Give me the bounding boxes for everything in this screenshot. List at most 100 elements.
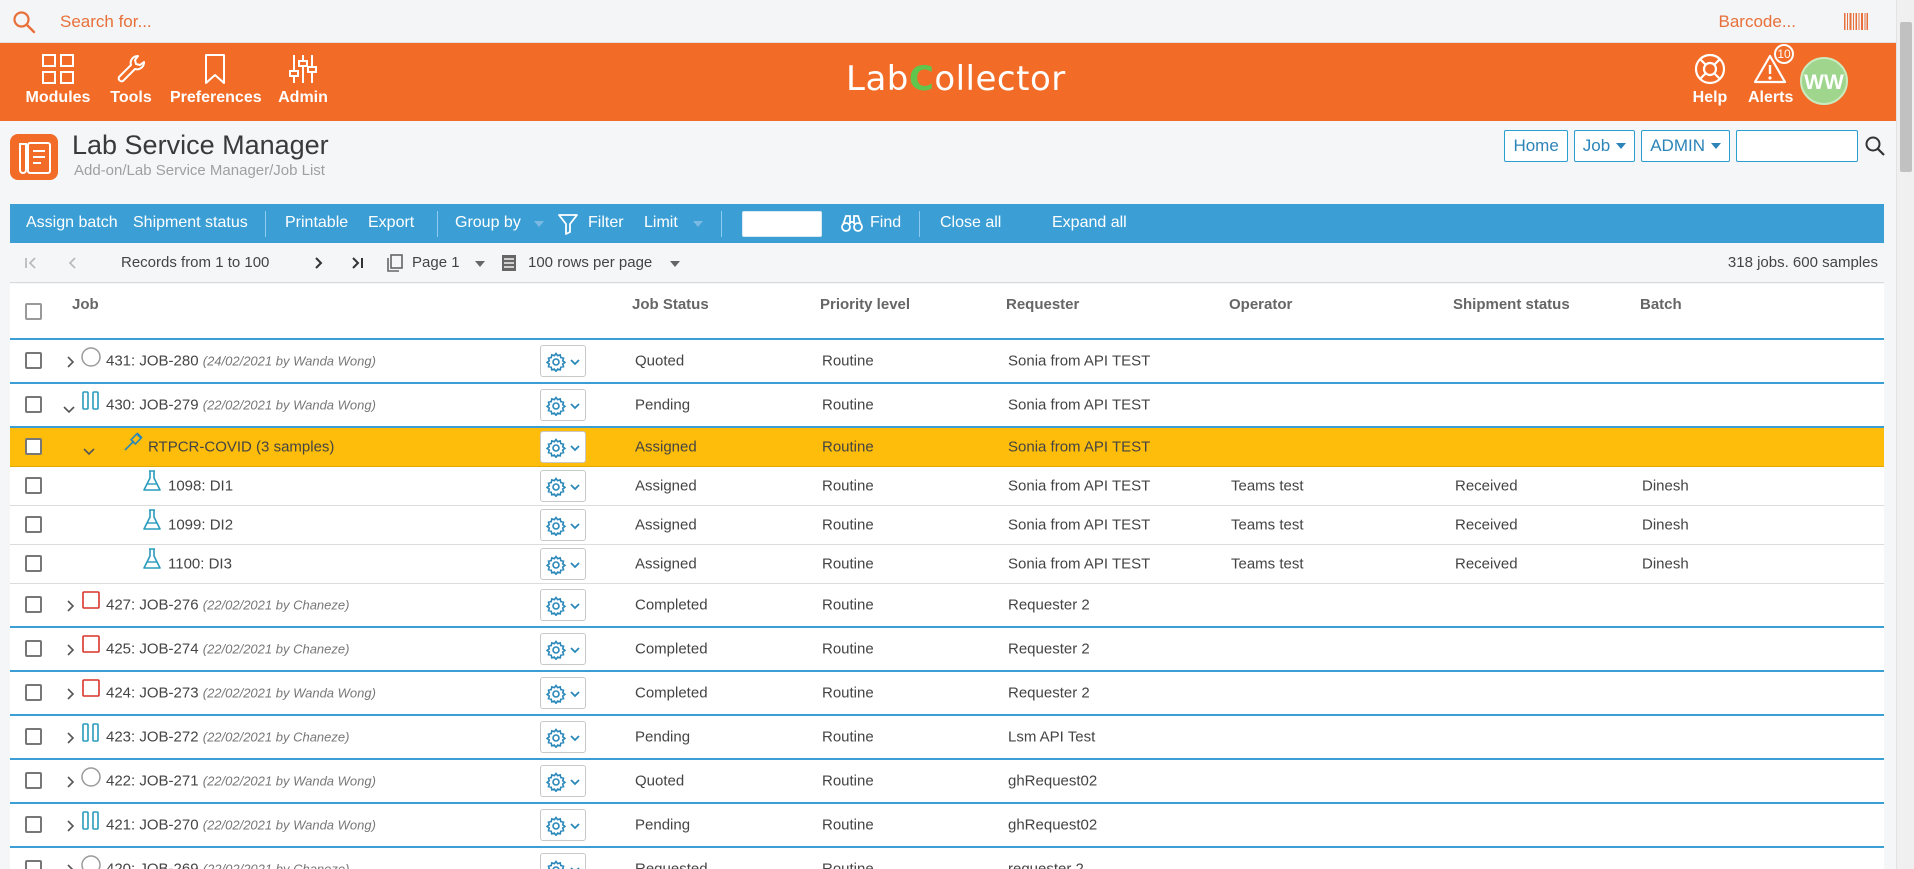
sample-name[interactable]: 1099: DI2 [168, 517, 233, 534]
job-row[interactable]: 425: JOB-274 (22/02/2021 by Chaneze) Comp… [10, 628, 1884, 672]
last-page-icon[interactable] [350, 257, 364, 269]
row-actions-button[interactable] [540, 345, 586, 377]
user-avatar[interactable]: WW [1800, 57, 1848, 105]
job-name[interactable]: 430: JOB-279 (22/02/2021 by Wanda Wong) [106, 397, 376, 414]
job-name[interactable]: 421: JOB-270 (22/02/2021 by Wanda Wong) [106, 817, 376, 834]
nav-help[interactable]: Help [1688, 43, 1732, 121]
expand-toggle[interactable] [66, 643, 76, 661]
job-row[interactable]: 431: JOB-280 (24/02/2021 by Wanda Wong) Q… [10, 340, 1884, 384]
expand-toggle[interactable] [66, 863, 76, 869]
sample-row[interactable]: 1100: DI3 Assigned Routine Sonia from API T… [10, 545, 1884, 584]
row-checkbox[interactable] [25, 772, 42, 789]
scrollbar-thumb[interactable] [1900, 22, 1912, 172]
expand-toggle[interactable] [66, 355, 76, 373]
labcollector-logo[interactable]: LabCollector [846, 59, 1066, 99]
filter-button[interactable]: Filter [588, 214, 624, 232]
printable-button[interactable]: Printable [285, 214, 348, 232]
global-search-input[interactable]: Search for... [60, 12, 152, 32]
expand-toggle[interactable] [62, 402, 76, 419]
job-name[interactable]: 427: JOB-276 (22/02/2021 by Chaneze) [106, 597, 349, 614]
nav-preferences[interactable]: Preferences [170, 43, 262, 121]
column-header-requester[interactable]: Requester [1006, 296, 1079, 313]
column-header-priority-level[interactable]: Priority level [820, 296, 910, 313]
previous-page-icon[interactable] [68, 257, 78, 269]
row-checkbox[interactable] [25, 477, 42, 494]
row-actions-button[interactable] [540, 431, 586, 463]
nav-modules[interactable]: Modules [24, 43, 92, 121]
job-dropdown[interactable]: Job [1573, 130, 1636, 162]
job-name[interactable]: 422: JOB-271 (22/02/2021 by Wanda Wong) [106, 773, 376, 790]
find-input[interactable] [742, 211, 822, 237]
job-row[interactable]: 421: JOB-270 (22/02/2021 by Wanda Wong) P… [10, 804, 1884, 848]
row-checkbox[interactable] [25, 684, 42, 701]
row-checkbox[interactable] [25, 396, 42, 413]
expand-toggle[interactable] [66, 775, 76, 793]
batch-row[interactable]: RTPCR-COVID (3 samples) Assigned Routine So… [10, 428, 1884, 467]
row-checkbox[interactable] [25, 640, 42, 657]
select-all-checkbox[interactable] [25, 303, 42, 320]
home-button[interactable]: Home [1504, 130, 1568, 162]
expand-toggle[interactable] [66, 819, 76, 837]
barcode-search-input[interactable]: Barcode... [1719, 12, 1797, 32]
row-checkbox[interactable] [25, 516, 42, 533]
sample-row[interactable]: 1098: DI1 Assigned Routine Sonia from API T… [10, 467, 1884, 506]
next-page-icon[interactable] [313, 257, 323, 269]
job-row[interactable]: 423: JOB-272 (22/02/2021 by Chaneze) Pend… [10, 716, 1884, 760]
group-by-dropdown[interactable]: Group by [455, 214, 521, 232]
search-icon[interactable] [12, 10, 36, 34]
row-actions-button[interactable] [540, 765, 586, 797]
quick-search-input[interactable] [1736, 130, 1858, 162]
expand-all-button[interactable]: Expand all [1052, 214, 1127, 232]
job-row[interactable]: 427: JOB-276 (22/02/2021 by Chaneze) Comp… [10, 584, 1884, 628]
expand-toggle[interactable] [82, 444, 96, 461]
column-header-operator[interactable]: Operator [1229, 296, 1292, 313]
row-checkbox[interactable] [25, 596, 42, 613]
sample-name[interactable]: 1100: DI3 [168, 556, 232, 573]
shipment-status-button[interactable]: Shipment status [133, 214, 248, 232]
nav-alerts[interactable]: 10 Alerts [1748, 43, 1794, 121]
nav-admin[interactable]: Admin [278, 43, 328, 121]
find-button[interactable]: Find [870, 214, 901, 232]
export-button[interactable]: Export [368, 214, 414, 232]
column-header-job-status[interactable]: Job Status [632, 296, 709, 313]
batch-name[interactable]: RTPCR-COVID (3 samples) [148, 439, 334, 456]
expand-toggle[interactable] [66, 599, 76, 617]
row-checkbox[interactable] [25, 860, 42, 869]
job-row[interactable]: 422: JOB-271 (22/02/2021 by Wanda Wong) Q… [10, 760, 1884, 804]
expand-toggle[interactable] [66, 731, 76, 749]
job-row[interactable]: 430: JOB-279 (22/02/2021 by Wanda Wong) P… [10, 384, 1884, 428]
job-name[interactable]: 420: JOB-269 (22/02/2021 by Chaneze) [106, 861, 349, 869]
admin-dropdown[interactable]: ADMIN [1641, 130, 1730, 162]
row-actions-button[interactable] [540, 853, 586, 869]
close-all-button[interactable]: Close all [940, 214, 1001, 232]
search-icon[interactable] [1864, 135, 1886, 157]
filter-icon[interactable] [558, 213, 578, 235]
vertical-scrollbar[interactable] [1896, 0, 1914, 869]
row-actions-button[interactable] [540, 633, 586, 665]
limit-dropdown[interactable]: Limit [644, 214, 678, 232]
page-select[interactable]: Page 1 [412, 254, 460, 271]
row-actions-button[interactable] [540, 389, 586, 421]
row-checkbox[interactable] [25, 728, 42, 745]
column-header-batch[interactable]: Batch [1640, 296, 1682, 313]
sample-name[interactable]: 1098: DI1 [168, 478, 233, 495]
row-actions-button[interactable] [540, 509, 586, 541]
row-actions-button[interactable] [540, 721, 586, 753]
row-actions-button[interactable] [540, 548, 586, 580]
row-checkbox[interactable] [25, 555, 42, 572]
row-checkbox[interactable] [25, 438, 42, 455]
job-row[interactable]: 424: JOB-273 (22/02/2021 by Wanda Wong) C… [10, 672, 1884, 716]
row-checkbox[interactable] [25, 816, 42, 833]
row-actions-button[interactable] [540, 677, 586, 709]
row-actions-button[interactable] [540, 809, 586, 841]
row-actions-button[interactable] [540, 589, 586, 621]
job-name[interactable]: 423: JOB-272 (22/02/2021 by Chaneze) [106, 729, 349, 746]
assign-batch-button[interactable]: Assign batch [26, 214, 118, 232]
row-actions-button[interactable] [540, 470, 586, 502]
nav-tools[interactable]: Tools [108, 43, 154, 121]
row-checkbox[interactable] [25, 352, 42, 369]
job-name[interactable]: 431: JOB-280 (24/02/2021 by Wanda Wong) [106, 353, 376, 370]
binoculars-icon[interactable] [841, 214, 863, 232]
sample-row[interactable]: 1099: DI2 Assigned Routine Sonia from API T… [10, 506, 1884, 545]
column-header-shipment-status[interactable]: Shipment status [1453, 296, 1570, 313]
